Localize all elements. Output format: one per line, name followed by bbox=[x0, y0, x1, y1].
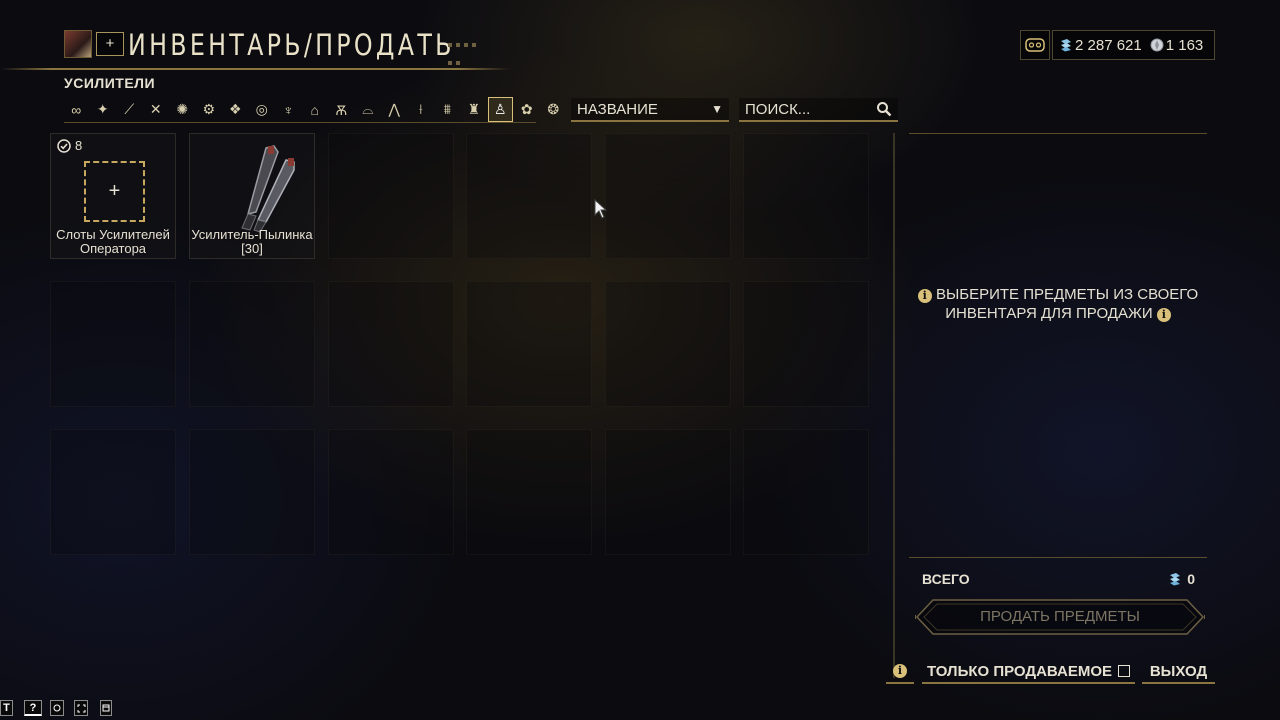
sentinel-icon[interactable]: ⚙ bbox=[197, 97, 222, 122]
message-line-1: ВЫБЕРИТЕ ПРЕДМЕТЫ ИЗ СВОЕГО bbox=[935, 286, 1199, 303]
empty-slot bbox=[605, 429, 731, 555]
search-icon[interactable] bbox=[876, 101, 892, 117]
profile-avatar[interactable] bbox=[64, 30, 92, 58]
empty-slot bbox=[466, 429, 592, 555]
info-icon: i bbox=[1156, 308, 1171, 322]
select-items-message: i ВЫБЕРИТЕ ПРЕДМЕТЫ ИЗ СВОЕГО ИНВЕНТАРЯ … bbox=[910, 285, 1206, 323]
arcane-icon[interactable]: Ѫ bbox=[329, 97, 354, 122]
companion-icon[interactable]: ❖ bbox=[223, 97, 248, 122]
amp-item-image bbox=[241, 145, 295, 233]
misc-icon[interactable]: ❂ bbox=[541, 97, 566, 122]
zoom-icon[interactable] bbox=[50, 700, 64, 716]
slot-count-value: 8 bbox=[75, 138, 83, 153]
kdrive-icon[interactable]: ⟊ bbox=[409, 97, 434, 122]
empty-slot bbox=[50, 429, 176, 555]
info-icon: i bbox=[893, 664, 907, 678]
sort-value: НАЗВАНИЕ bbox=[577, 100, 658, 118]
platinum-value: 1 163 bbox=[1165, 36, 1204, 54]
info-icon: i bbox=[917, 289, 932, 303]
primary-weapon-icon[interactable]: ⟋ bbox=[117, 97, 142, 122]
filter-strip: ∞ ✦ ⟋ ✕ ✺ ⚙ ❖ ◎ ♆ ⌂ Ѫ ⌓ ⋀ ⟊ ⩩ ♜ ♙ ✿ ❂ bbox=[64, 97, 566, 123]
melee-icon[interactable]: ✺ bbox=[170, 97, 195, 122]
add-slot-icon: + bbox=[84, 161, 145, 222]
archmelee-icon[interactable]: ⋀ bbox=[382, 97, 407, 122]
empty-slot bbox=[743, 429, 869, 555]
category-title: УСИЛИТЕЛИ bbox=[64, 75, 156, 91]
empty-slot bbox=[605, 281, 731, 407]
filter-underline bbox=[64, 122, 536, 123]
message-line-2: ИНВЕНТАРЯ ДЛЯ ПРОДАЖИ bbox=[945, 305, 1153, 322]
empty-slot bbox=[328, 281, 454, 407]
chat-icon bbox=[1025, 38, 1045, 52]
chevron-down-icon: ▼ bbox=[711, 102, 723, 116]
search-input[interactable] bbox=[745, 100, 875, 118]
mod-icon[interactable]: ♆ bbox=[276, 97, 301, 122]
relic-icon[interactable]: ⌂ bbox=[303, 97, 328, 122]
search-box bbox=[739, 98, 898, 122]
exit-button[interactable]: ВЫХОД bbox=[1142, 660, 1215, 684]
total-value: 0 bbox=[1187, 571, 1195, 587]
slot-count: 8 bbox=[57, 138, 82, 153]
warframe-icon[interactable]: ✦ bbox=[91, 97, 116, 122]
credits-value: 2 287 621 bbox=[1075, 36, 1142, 54]
total-credits: 0 bbox=[1168, 571, 1195, 587]
empty-slot bbox=[50, 281, 176, 407]
window-icon[interactable] bbox=[100, 700, 112, 716]
only-sellable-label: ТОЛЬКО ПРОДАВАЕМОЕ bbox=[926, 662, 1113, 680]
mouse-cursor-icon bbox=[594, 199, 608, 219]
total-label: ВСЕГО bbox=[922, 571, 970, 587]
archgun-icon[interactable]: ⌓ bbox=[356, 97, 381, 122]
panel-divider bbox=[909, 133, 1207, 134]
all-icon[interactable]: ∞ bbox=[64, 97, 89, 122]
info-button[interactable]: i bbox=[886, 660, 914, 684]
empty-slot bbox=[605, 133, 731, 259]
credits-icon bbox=[1170, 573, 1181, 586]
item-tile-amp[interactable]: Усилитель-Пылинка [30] bbox=[189, 133, 315, 259]
empty-slot bbox=[466, 133, 592, 259]
resource-icon[interactable]: ✿ bbox=[515, 97, 540, 122]
item-label: Усилитель-Пылинка [30] bbox=[191, 227, 313, 256]
help-hint[interactable]: ? bbox=[24, 700, 42, 716]
operator-amp-slots-tile[interactable]: 8 + Слоты Усилителей Оператора bbox=[50, 133, 176, 259]
empty-slot bbox=[743, 133, 869, 259]
empty-slot bbox=[328, 429, 454, 555]
zaw-icon[interactable]: ⩩ bbox=[435, 97, 460, 122]
fullscreen-icon[interactable] bbox=[74, 700, 88, 716]
currency-display: 2 287 621 1 163 bbox=[1052, 30, 1215, 60]
page-title: ИНВЕНТАРЬ/ПРОДАТЬ bbox=[128, 28, 455, 62]
gear-icon[interactable]: ♜ bbox=[462, 97, 487, 122]
item-label: Слоты Усилителей Оператора bbox=[56, 227, 170, 256]
credits-display: 2 287 621 bbox=[1059, 37, 1142, 54]
archwing-icon[interactable]: ◎ bbox=[250, 97, 275, 122]
sell-items-button[interactable]: ПРОДАТЬ ПРЕДМЕТЫ bbox=[915, 598, 1205, 636]
only-sellable-toggle[interactable]: ТОЛЬКО ПРОДАВАЕМОЕ bbox=[922, 660, 1135, 684]
sort-select[interactable]: НАЗВАНИЕ ▼ bbox=[571, 98, 729, 122]
title-decoration-icon bbox=[446, 36, 482, 65]
check-circle-icon bbox=[57, 138, 71, 153]
grid-scrollbar[interactable] bbox=[893, 133, 895, 678]
empty-slot bbox=[466, 281, 592, 407]
credits-icon bbox=[1061, 38, 1071, 51]
empty-slot bbox=[189, 281, 315, 407]
hotkey-hint[interactable]: T bbox=[0, 700, 13, 716]
secondary-weapon-icon[interactable]: ✕ bbox=[144, 97, 169, 122]
title-underline bbox=[0, 68, 510, 70]
platinum-icon bbox=[1150, 38, 1164, 51]
chat-toggle-button[interactable] bbox=[1020, 30, 1050, 60]
sell-items-label: ПРОДАТЬ ПРЕДМЕТЫ bbox=[980, 608, 1140, 625]
empty-slot bbox=[743, 281, 869, 407]
empty-slot bbox=[328, 133, 454, 259]
platinum-display: 1 163 bbox=[1150, 36, 1204, 54]
add-button[interactable]: + bbox=[96, 32, 124, 56]
empty-slot bbox=[189, 429, 315, 555]
amp-icon[interactable]: ♙ bbox=[488, 97, 513, 122]
total-divider bbox=[909, 557, 1207, 558]
checkbox[interactable] bbox=[1118, 665, 1131, 677]
